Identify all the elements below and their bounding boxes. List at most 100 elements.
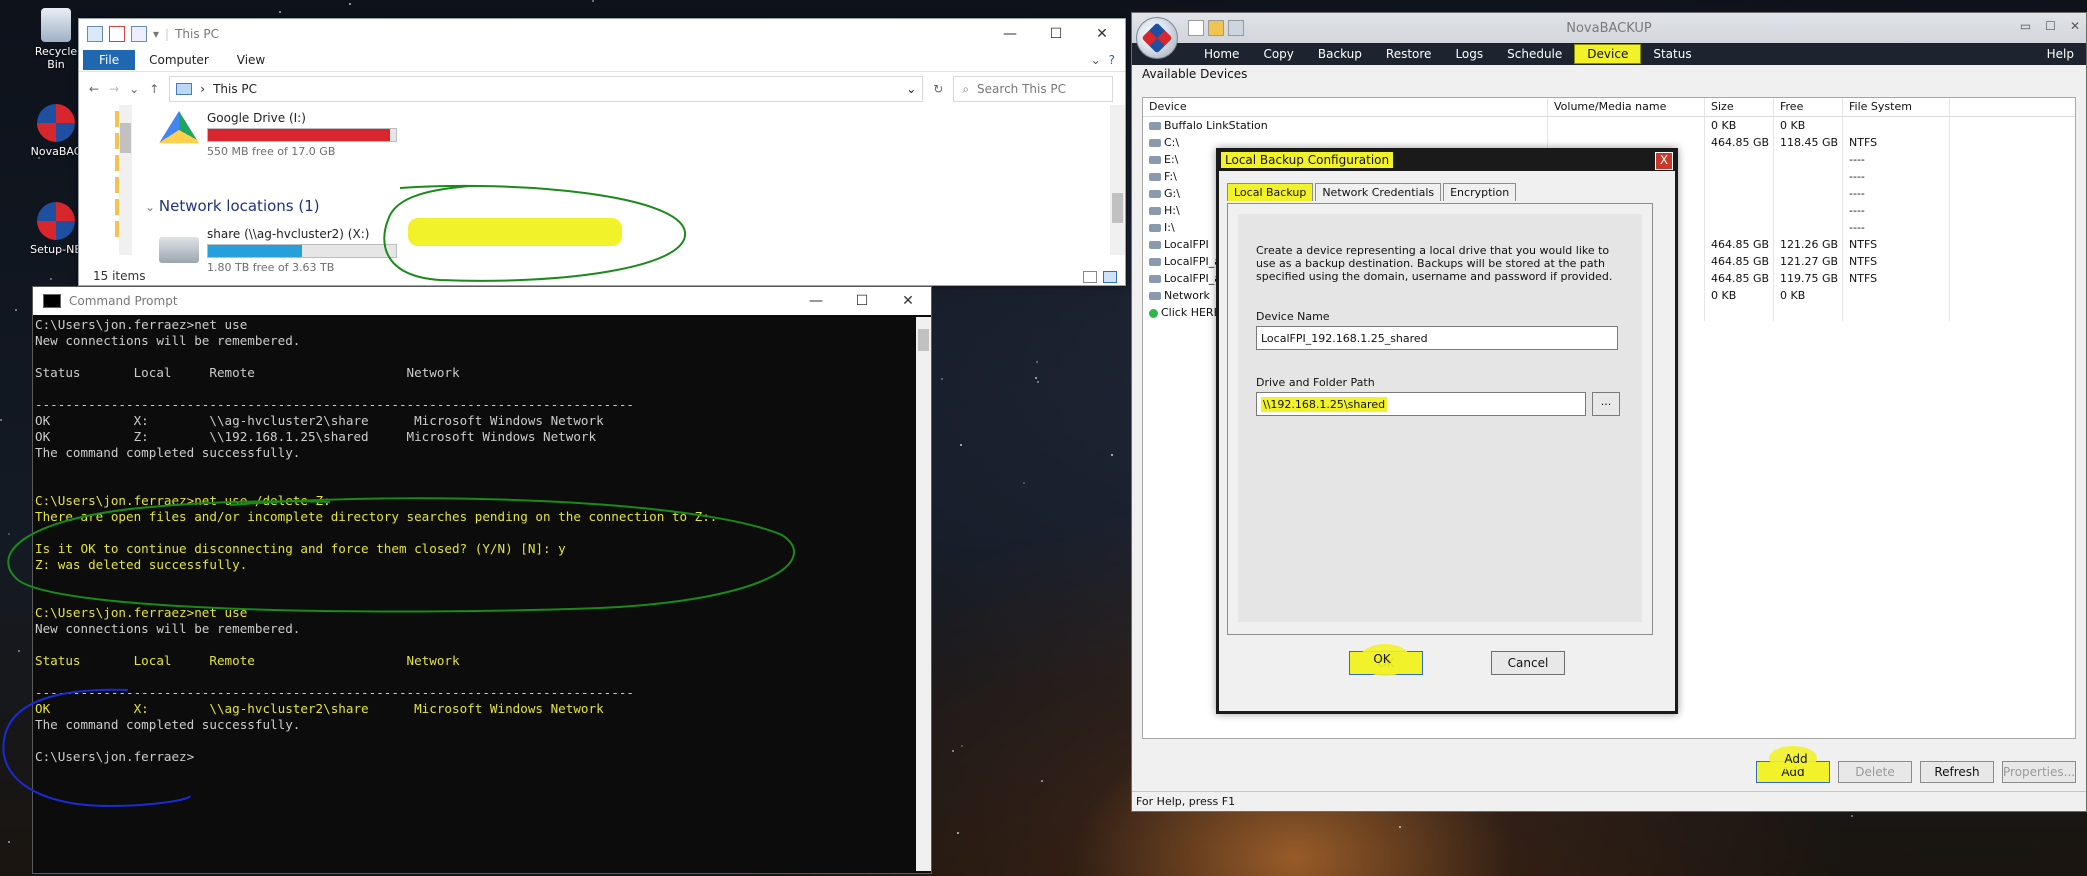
cmd-scrollbar[interactable]: [916, 317, 931, 871]
column-header-device[interactable]: Device: [1143, 98, 1548, 116]
close-icon[interactable]: ✕: [885, 293, 931, 309]
properties-button[interactable]: Properties...: [2002, 761, 2076, 783]
drive-icon: [1149, 207, 1161, 215]
refresh-icon[interactable]: ↻: [933, 82, 943, 96]
recent-chevron-icon[interactable]: ⌄: [129, 82, 139, 96]
desktop-icon-novabackup[interactable]: NovaBAC: [26, 104, 86, 158]
maximize-icon[interactable]: ☐: [839, 293, 885, 309]
minimize-icon[interactable]: —: [793, 293, 839, 309]
desktop-icon-setup[interactable]: Setup-NB: [26, 202, 86, 256]
ok-button-label[interactable]: OK: [1346, 648, 1418, 670]
search-input[interactable]: ⌕ Search This PC: [953, 76, 1114, 102]
novabackup-logo-icon[interactable]: [1136, 17, 1178, 59]
menu-copy[interactable]: Copy: [1251, 45, 1305, 63]
tab-computer[interactable]: Computer: [135, 50, 223, 70]
star: [956, 831, 959, 834]
address-bar[interactable]: › This PC ⌄: [169, 76, 924, 102]
drive-google-drive[interactable]: Google Drive (I:) 550 MB free of 17.0 GB: [159, 111, 397, 158]
drive-icon: [1149, 275, 1161, 283]
details-view-icon[interactable]: [1083, 271, 1097, 283]
file-explorer-window: ▾ | This PC — ☐ ✕ File Computer View ⌄ ?…: [78, 18, 1126, 286]
drive-usage-bar: [207, 128, 397, 142]
path-value: \\192.168.1.25\shared: [1261, 397, 1388, 412]
cell-fs: ----: [1843, 185, 1950, 202]
help-icon[interactable]: ?: [1109, 53, 1115, 67]
table-row[interactable]: Buffalo LinkStation 0 KB 0 KB: [1143, 117, 2075, 134]
up-arrow-icon[interactable]: ↑: [149, 82, 159, 96]
menu-help[interactable]: Help: [2035, 45, 2086, 63]
column-header-file-system[interactable]: File System: [1843, 98, 1950, 116]
column-header-free[interactable]: Free: [1774, 98, 1843, 116]
chevron-down-icon[interactable]: ⌄: [1091, 53, 1101, 67]
minimize-icon[interactable]: ▭: [2020, 19, 2031, 33]
cell-fs: ----: [1843, 168, 1950, 185]
console-line: C:\Users\jon.ferraez>net use: [35, 317, 248, 332]
cell-size: 0 KB: [1705, 117, 1774, 134]
tab-local-backup[interactable]: Local Backup: [1227, 183, 1314, 201]
window-title: NovaBACKUP: [1566, 21, 1652, 36]
menu-device[interactable]: Device: [1574, 44, 1642, 64]
quick-access-toolbar: ▾ | This PC: [87, 26, 219, 42]
desktop-icon-recycle-bin[interactable]: Recycle Bin: [26, 8, 86, 71]
back-arrow-icon[interactable]: ←: [89, 82, 99, 96]
chevron-down-icon[interactable]: ▾: [153, 27, 159, 41]
delete-button[interactable]: Delete: [1838, 761, 1912, 783]
cell-fs: NTFS: [1843, 270, 1950, 287]
new-folder-icon[interactable]: [131, 26, 147, 42]
maximize-icon[interactable]: ☐: [1033, 26, 1079, 42]
star: [960, 744, 963, 747]
close-icon[interactable]: ✕: [1079, 26, 1125, 42]
column-header-size[interactable]: Size: [1705, 98, 1774, 116]
forward-arrow-icon[interactable]: →: [109, 82, 119, 96]
menu-status[interactable]: Status: [1641, 45, 1703, 63]
setup-icon: [37, 202, 75, 240]
console-line: C:\Users\jon.ferraez>net use: [35, 605, 248, 620]
star: [952, 750, 955, 753]
tab-network-credentials[interactable]: Network Credentials: [1315, 183, 1442, 201]
properties-icon[interactable]: [109, 26, 125, 42]
nav-scrollbar[interactable]: [119, 105, 132, 255]
section-label: Network locations (1): [158, 197, 320, 215]
cell-fs: [1843, 287, 1950, 304]
drive-icon: [1149, 292, 1161, 300]
chevron-down-icon[interactable]: ⌄: [906, 82, 916, 96]
refresh-button[interactable]: Refresh: [1920, 761, 1994, 783]
status-bar: For Help, press F1: [1132, 791, 2086, 811]
close-icon[interactable]: X: [1655, 152, 1673, 170]
menu-schedule[interactable]: Schedule: [1495, 45, 1574, 63]
column-header-volume[interactable]: Volume/Media name: [1548, 98, 1705, 116]
drive-network-share[interactable]: share (\\ag-hvcluster2) (X:) 1.80 TB fre…: [159, 227, 397, 274]
menu-logs[interactable]: Logs: [1443, 45, 1495, 63]
device-name-field[interactable]: LocalFPI_192.168.1.25_shared: [1256, 326, 1618, 350]
tab-file[interactable]: File: [83, 50, 136, 70]
tab-encryption[interactable]: Encryption: [1443, 183, 1517, 201]
menu-restore[interactable]: Restore: [1374, 45, 1444, 63]
star: [1023, 482, 1026, 485]
menu-home[interactable]: Home: [1192, 45, 1251, 63]
star: [7, 841, 10, 844]
console-line: ----------------------------------------…: [35, 397, 634, 412]
drive-icon: [1149, 173, 1161, 181]
tiles-view-icon[interactable]: [1103, 271, 1117, 283]
menu-backup[interactable]: Backup: [1306, 45, 1374, 63]
star: [960, 444, 963, 447]
tab-view[interactable]: View: [223, 50, 279, 70]
breadcrumb[interactable]: This PC: [213, 82, 257, 96]
console-output[interactable]: C:\Users\jon.ferraez>net use New connecti…: [35, 317, 915, 867]
close-icon[interactable]: ✕: [2070, 19, 2080, 33]
cell-size: [1705, 219, 1774, 236]
browse-button[interactable]: ...: [1592, 392, 1620, 416]
network-locations-heading[interactable]: ⌄ Network locations (1): [145, 197, 320, 215]
console-line: Status Local Remote Network: [35, 365, 460, 380]
console-line: Is it OK to continue disconnecting and f…: [35, 541, 566, 556]
cancel-button[interactable]: Cancel: [1491, 651, 1565, 675]
device-name: Click HERE: [1161, 306, 1221, 319]
maximize-icon[interactable]: ☐: [2045, 19, 2056, 33]
add-button-label[interactable]: Add: [1760, 748, 1832, 770]
path-field[interactable]: \\192.168.1.25\shared: [1256, 392, 1586, 416]
star: [17, 650, 20, 653]
content-scrollbar[interactable]: [1110, 105, 1125, 255]
minimize-icon[interactable]: —: [987, 26, 1033, 42]
